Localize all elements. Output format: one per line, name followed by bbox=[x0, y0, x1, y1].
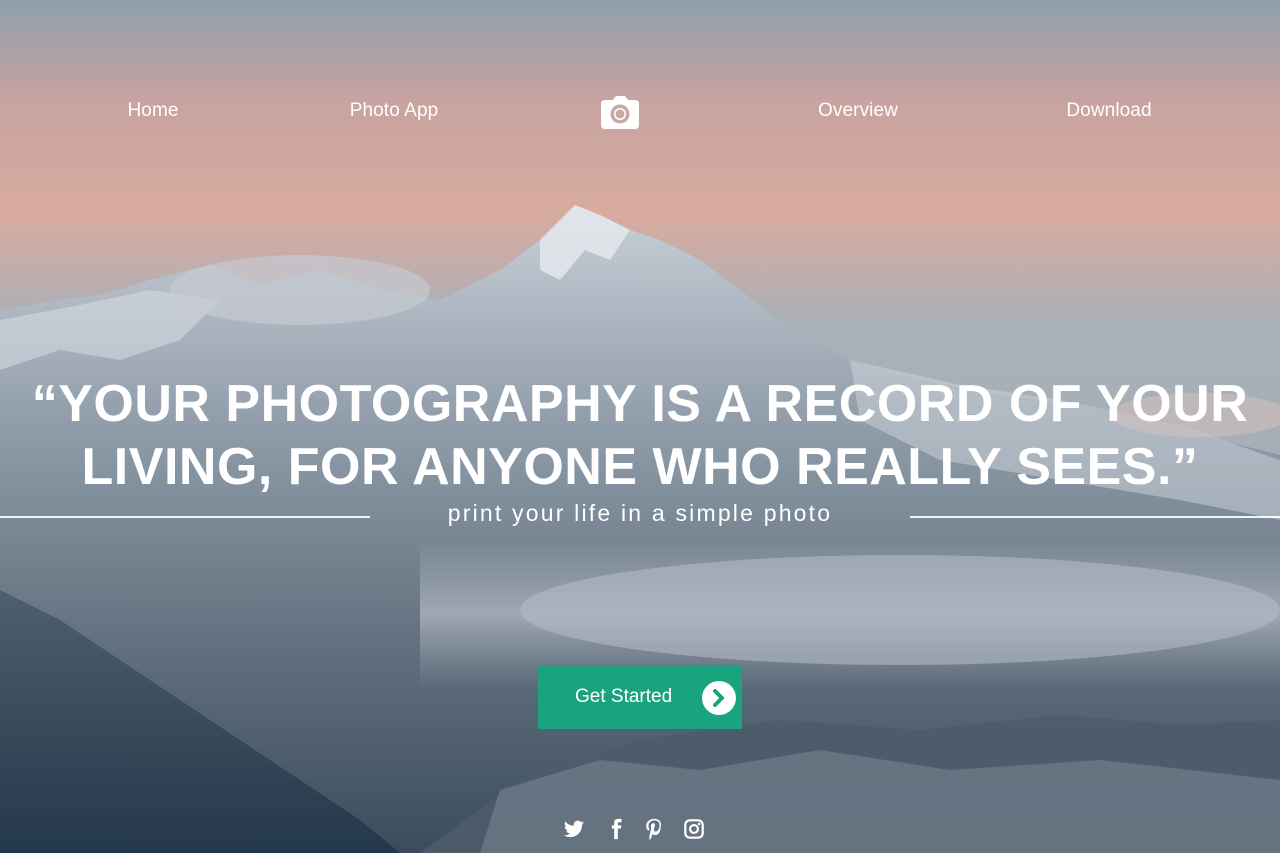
hero-section: Home Photo App Overview Download “YOUR P… bbox=[0, 0, 1280, 853]
tagline-row: print your life in a simple photo bbox=[0, 500, 1280, 532]
nav-item-photo-app[interactable]: Photo App bbox=[350, 100, 439, 122]
tagline-divider-right bbox=[910, 516, 1280, 518]
chevron-right-circle-icon bbox=[702, 681, 736, 715]
camera-icon[interactable] bbox=[600, 96, 640, 130]
twitter-icon[interactable] bbox=[563, 818, 585, 840]
instagram-icon[interactable] bbox=[683, 818, 705, 840]
hero-quote-line-1: “YOUR PHOTOGRAPHY IS A RECORD OF YOUR bbox=[31, 374, 1249, 433]
get-started-button[interactable]: Get Started bbox=[538, 665, 742, 729]
facebook-icon[interactable] bbox=[605, 818, 627, 840]
nav-item-download[interactable]: Download bbox=[1066, 100, 1151, 122]
pinterest-icon[interactable] bbox=[643, 818, 665, 840]
tagline: print your life in a simple photo bbox=[447, 500, 833, 526]
nav-item-overview[interactable]: Overview bbox=[818, 100, 898, 122]
hero-quote: “YOUR PHOTOGRAPHY IS A RECORD OF YOUR LI… bbox=[0, 373, 1280, 499]
nav-item-home[interactable]: Home bbox=[127, 100, 178, 122]
get-started-label: Get Started bbox=[575, 686, 673, 707]
main-nav: Home Photo App Overview Download bbox=[0, 96, 1280, 130]
hero-quote-line-2: LIVING, FOR ANYONE WHO REALLY SEES.” bbox=[81, 437, 1199, 496]
